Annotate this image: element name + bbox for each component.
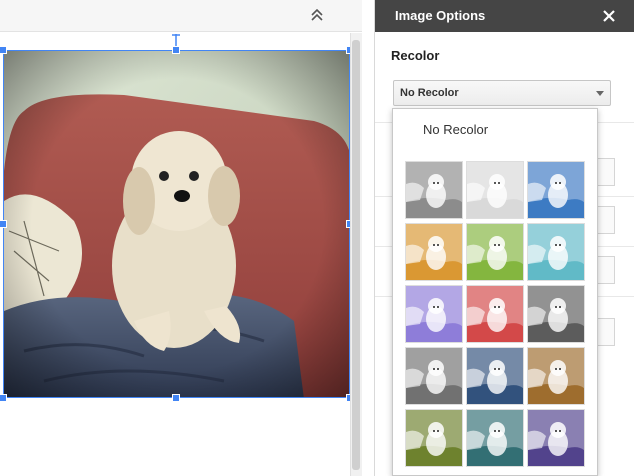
recolor-swatch-teal[interactable] — [527, 223, 585, 281]
collapse-button[interactable] — [306, 4, 328, 26]
recolor-dropdown-value: No Recolor — [400, 87, 459, 99]
document-scrollbar-thumb[interactable] — [352, 40, 360, 470]
dog-thumbnail-icon — [467, 224, 523, 280]
resize-handle-bottom[interactable] — [172, 394, 180, 402]
dog-thumbnail-icon — [467, 348, 523, 404]
dog-thumbnail-icon — [467, 162, 523, 218]
dog-thumbnail-icon — [406, 162, 462, 218]
double-chevron-up-icon — [311, 9, 323, 21]
recolor-menu: No Recolor — [392, 108, 598, 476]
recolor-swatch-dark-teal[interactable] — [466, 409, 524, 467]
chevron-down-icon — [596, 91, 604, 96]
dog-thumbnail-icon — [528, 162, 584, 218]
dog-thumbnail-icon — [528, 224, 584, 280]
recolor-dropdown[interactable]: No Recolor — [393, 80, 611, 106]
panel-title: Image Options — [395, 8, 486, 23]
recolor-swatch-orange[interactable] — [405, 223, 463, 281]
recolor-swatch-purple[interactable] — [405, 285, 463, 343]
no-recolor-option[interactable]: No Recolor — [393, 115, 597, 145]
dog-thumbnail-icon — [528, 410, 584, 466]
recolor-swatch-olive-green[interactable] — [405, 409, 463, 467]
resize-handle-left[interactable] — [0, 220, 7, 228]
dog-thumbnail-icon — [406, 410, 462, 466]
close-icon[interactable] — [601, 8, 617, 24]
recolor-swatch-brown[interactable] — [527, 347, 585, 405]
resize-handle-top[interactable] — [172, 46, 180, 54]
resize-handle-bottom-left[interactable] — [0, 394, 7, 402]
app-root: Image Options Recolor No Recolor No Reco… — [0, 0, 634, 476]
dog-thumbnail-icon — [406, 348, 462, 404]
dog-thumbnail-icon — [528, 286, 584, 342]
recolor-swatch-gray[interactable] — [405, 347, 463, 405]
resize-handle-top-left[interactable] — [0, 46, 7, 54]
recolor-swatch-grayscale-dark[interactable] — [527, 285, 585, 343]
document-toolbar — [0, 0, 362, 32]
dog-photo-image — [4, 51, 349, 397]
dog-thumbnail-icon — [467, 286, 523, 342]
panel-header: Image Options — [375, 0, 634, 32]
dog-thumbnail-icon — [406, 286, 462, 342]
no-recolor-label: No Recolor — [423, 122, 489, 137]
selected-dog-photo[interactable] — [3, 50, 350, 398]
recolor-swatch-light-blue[interactable] — [527, 161, 585, 219]
recolor-swatch-red[interactable] — [466, 285, 524, 343]
recolor-swatch-green[interactable] — [466, 223, 524, 281]
recolor-swatch-grayscale-light[interactable] — [405, 161, 463, 219]
dog-thumbnail-icon — [467, 410, 523, 466]
recolor-swatch-grayscale-faded[interactable] — [466, 161, 524, 219]
dog-thumbnail-icon — [528, 348, 584, 404]
recolor-section-title: Recolor — [391, 48, 440, 63]
recolor-swatch-dark-purple[interactable] — [527, 409, 585, 467]
document-canvas[interactable] — [0, 0, 362, 476]
dog-thumbnail-icon — [406, 224, 462, 280]
recolor-swatch-dark-blue[interactable] — [466, 347, 524, 405]
